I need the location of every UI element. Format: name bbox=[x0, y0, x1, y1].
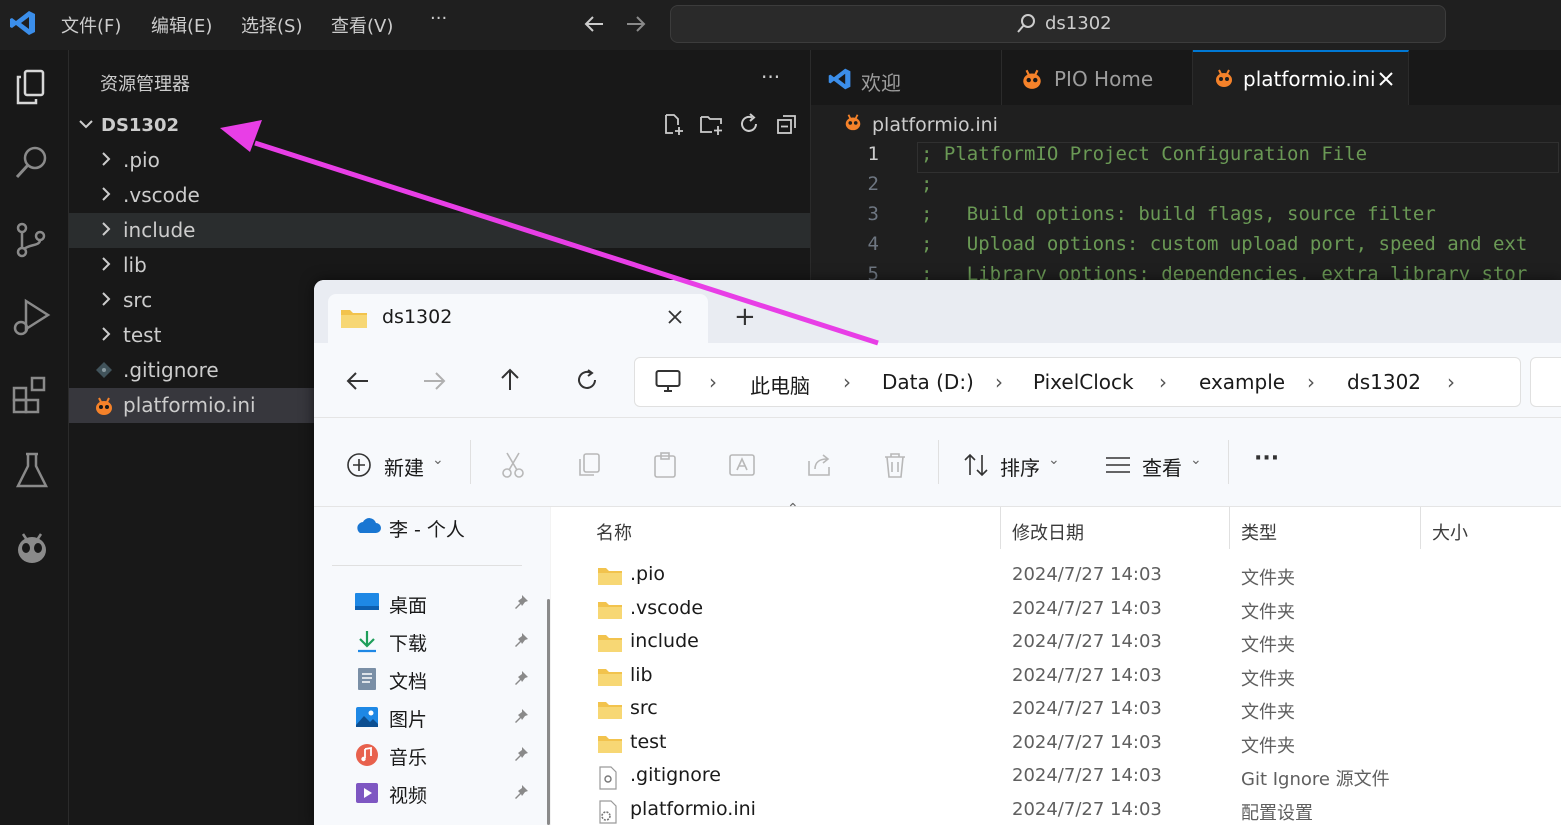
annotation-arrow bbox=[220, 120, 879, 346]
